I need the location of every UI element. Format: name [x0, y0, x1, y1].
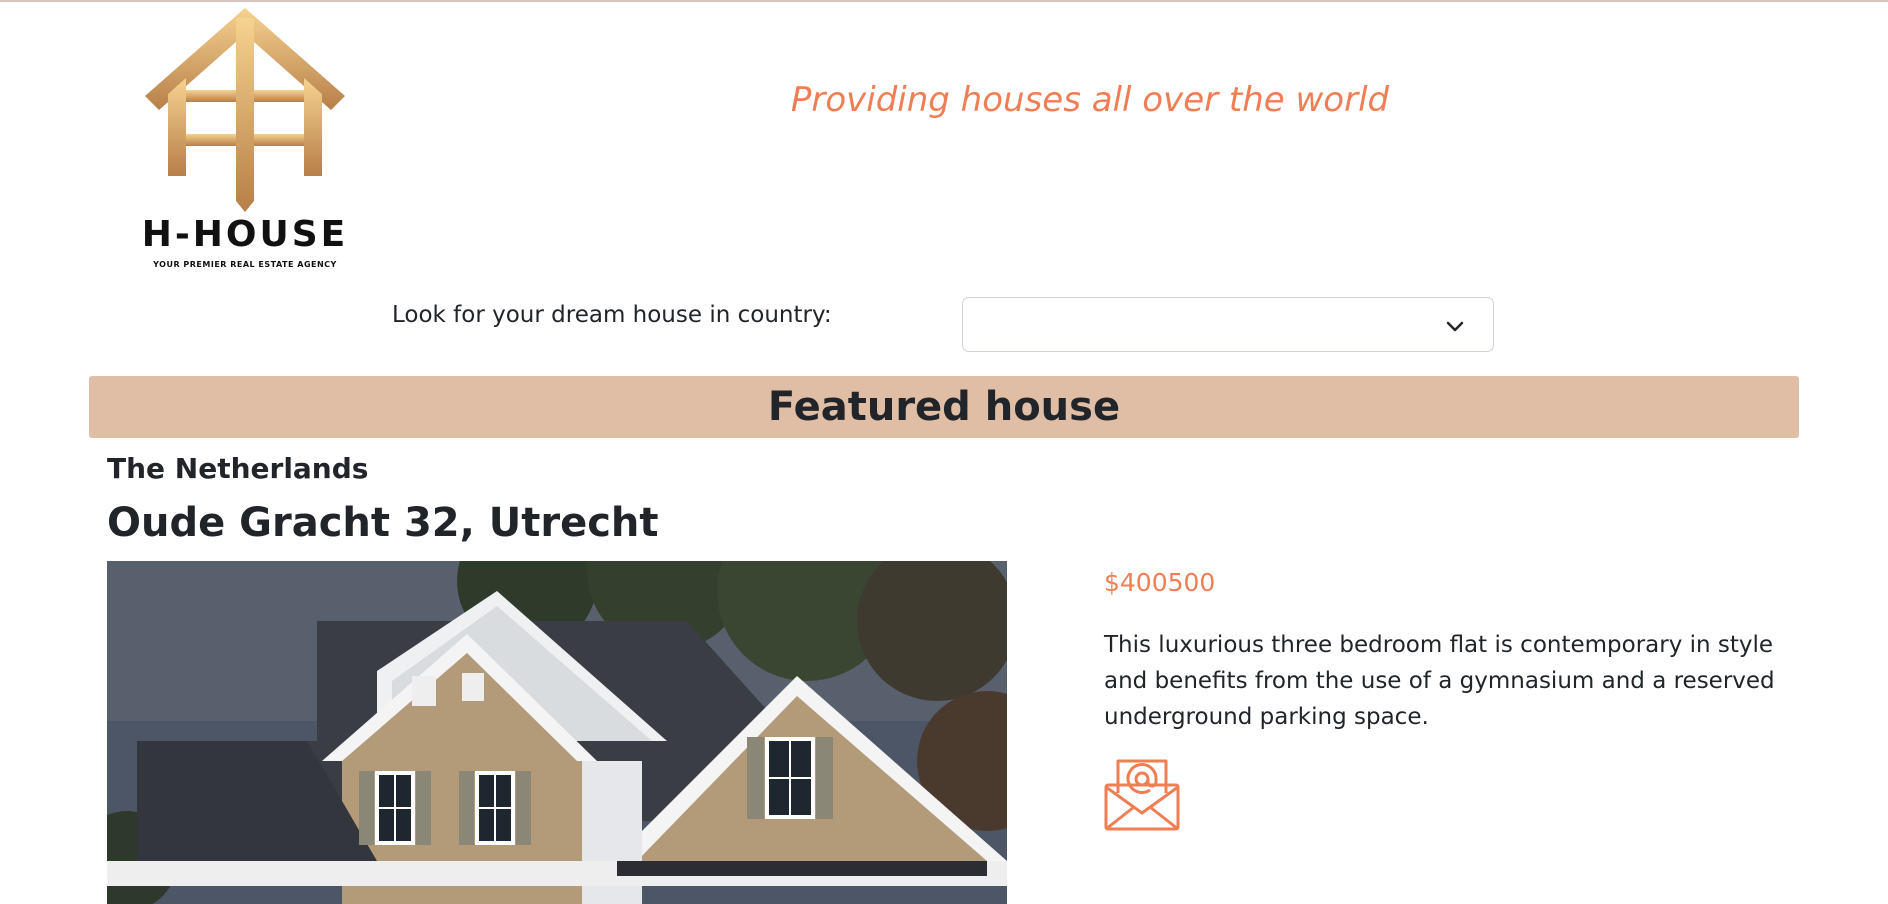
top-border	[0, 0, 1888, 2]
logo[interactable]: H-HOUSE YOUR PREMIER REAL ESTATE AGENCY	[140, 6, 350, 269]
logo-name: H-HOUSE	[141, 214, 349, 255]
slogan: Providing houses all over the world	[790, 80, 1390, 120]
email-envelope-icon	[1104, 759, 1180, 831]
house-logo-icon	[145, 8, 345, 212]
featured-banner: Featured house	[89, 376, 1799, 438]
logo-tagline: YOUR PREMIER REAL ESTATE AGENCY	[153, 260, 337, 269]
country-search-label: Look for your dream house in country:	[392, 302, 832, 328]
house-description: This luxurious three bedroom flat is con…	[1104, 632, 1775, 730]
chevron-down-icon	[1446, 321, 1464, 332]
house-price: $400500	[1104, 568, 1216, 597]
featured-title: Featured house	[767, 384, 1121, 430]
house-address: Oude Gracht 32, Utrecht	[107, 500, 659, 546]
house-country: The Netherlands	[107, 452, 369, 485]
country-select[interactable]	[962, 297, 1494, 352]
contact-email-button[interactable]	[1104, 757, 1180, 833]
house-photo	[107, 561, 1007, 904]
